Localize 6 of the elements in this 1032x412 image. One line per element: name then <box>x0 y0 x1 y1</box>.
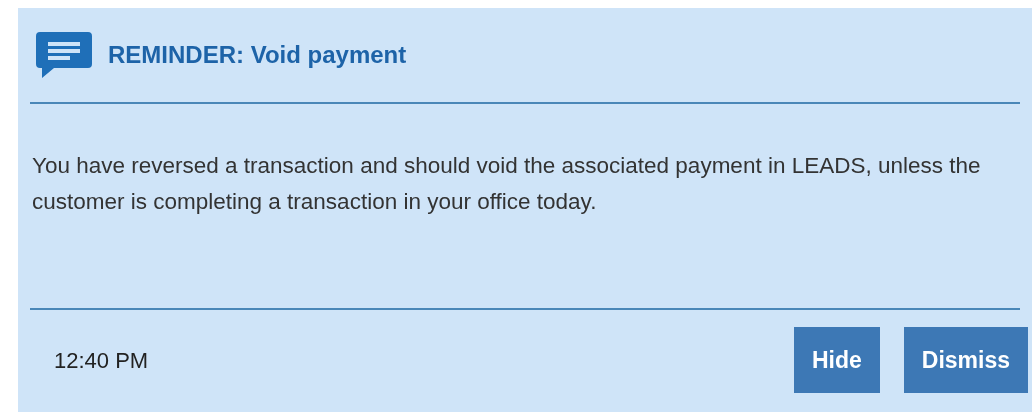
dismiss-button[interactable]: Dismiss <box>903 327 1028 393</box>
notification-title: REMINDER: Void payment <box>108 40 407 70</box>
notification-time: 12:40 PM <box>54 346 149 375</box>
message-icon <box>36 32 92 78</box>
notification-message: You have reversed a transaction and should void the associated payment in LEADS, unless the customer is completing a transaction in your office today. <box>31 152 982 216</box>
hide-button[interactable]: Hide <box>793 327 880 393</box>
